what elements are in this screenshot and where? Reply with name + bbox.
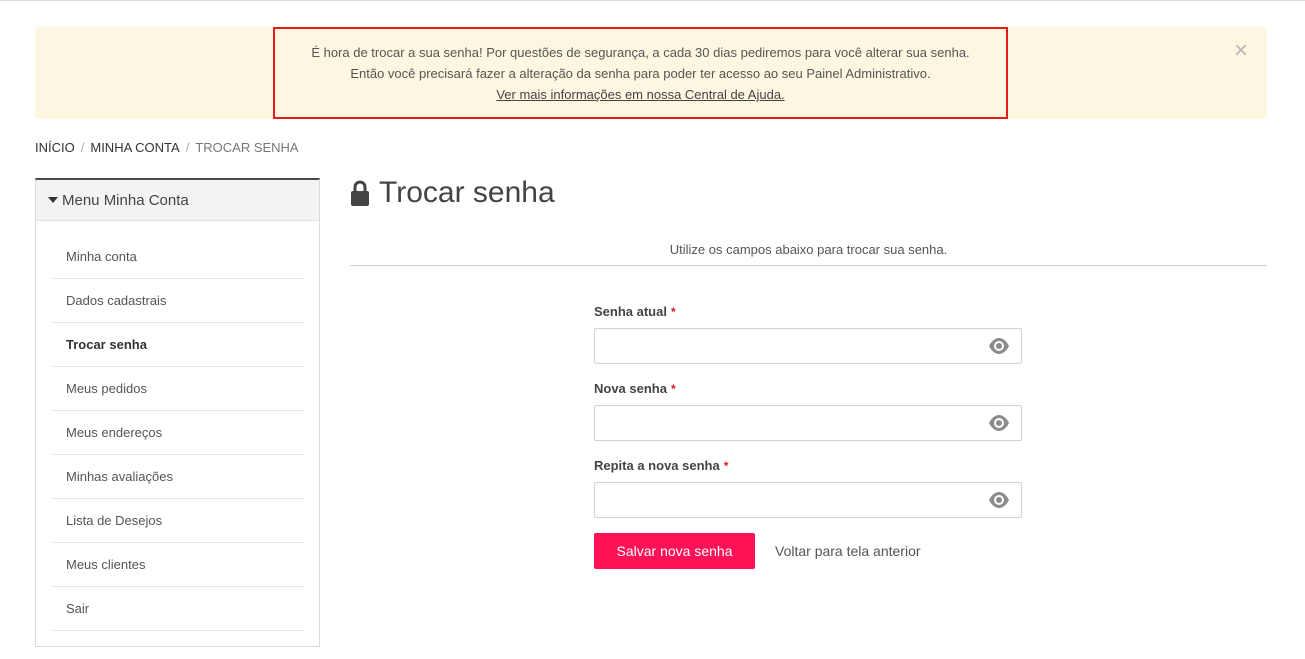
- password-expiry-alert: É hora de trocar a sua senha! Por questõ…: [35, 27, 1267, 119]
- caret-down-icon: [48, 197, 58, 203]
- sidebar-item-meus-pedidos[interactable]: Meus pedidos: [51, 367, 304, 411]
- sidebar-menu: Minha conta Dados cadastrais Trocar senh…: [36, 235, 319, 631]
- alert-line-2: Então você precisará fazer a alteração d…: [350, 66, 931, 81]
- current-password-field: Senha atual *: [594, 300, 1022, 377]
- sidebar-menu-toggle[interactable]: Menu Minha Conta: [36, 180, 319, 221]
- sidebar-title: Menu Minha Conta: [62, 191, 189, 209]
- close-icon[interactable]: ×: [1231, 39, 1251, 63]
- alert-line-1: É hora de trocar a sua senha! Por questõ…: [311, 45, 970, 60]
- eye-icon[interactable]: [988, 414, 1010, 432]
- lock-icon: [351, 180, 369, 206]
- top-divider: [0, 0, 1305, 1]
- change-password-form: Senha atual * Nova senha * Repita a nova s…: [594, 300, 1022, 531]
- back-link[interactable]: Voltar para tela anterior: [775, 543, 921, 559]
- required-marker: *: [670, 305, 676, 319]
- repeat-password-field: Repita a nova senha *: [594, 454, 1022, 531]
- section-divider: [350, 265, 1267, 266]
- breadcrumb-separator: /: [80, 140, 85, 155]
- current-password-input[interactable]: [594, 328, 1022, 364]
- breadcrumb-home[interactable]: INÍCIO: [35, 140, 75, 155]
- sidebar-item-meus-clientes[interactable]: Meus clientes: [51, 543, 304, 587]
- breadcrumb-my-account[interactable]: MINHA CONTA: [90, 140, 179, 155]
- required-marker: *: [670, 382, 676, 396]
- breadcrumb-separator: /: [185, 140, 190, 155]
- eye-icon[interactable]: [988, 491, 1010, 509]
- sidebar-item-sair[interactable]: Sair: [51, 587, 304, 631]
- page-subtitle: Utilize os campos abaixo para trocar sua…: [669, 242, 948, 257]
- help-center-link[interactable]: Ver mais informações em nossa Central de…: [496, 84, 784, 105]
- required-marker: *: [723, 459, 729, 473]
- sidebar-item-trocar-senha[interactable]: Trocar senha: [51, 323, 304, 367]
- account-sidebar: Menu Minha Conta Minha conta Dados cadas…: [35, 178, 320, 647]
- new-password-field: Nova senha *: [594, 377, 1022, 454]
- sidebar-item-meus-enderecos[interactable]: Meus endereços: [51, 411, 304, 455]
- new-password-input[interactable]: [594, 405, 1022, 441]
- sidebar-item-minha-conta[interactable]: Minha conta: [51, 235, 304, 279]
- form-actions: Salvar nova senha Voltar para tela anter…: [594, 533, 921, 569]
- sidebar-item-minhas-avaliacoes[interactable]: Minhas avaliações: [51, 455, 304, 499]
- repeat-password-input[interactable]: [594, 482, 1022, 518]
- page-title: Trocar senha: [350, 176, 555, 210]
- new-password-label: Nova senha *: [594, 381, 676, 396]
- sidebar-item-dados-cadastrais[interactable]: Dados cadastrais: [51, 279, 304, 323]
- page-title-text: Trocar senha: [379, 176, 555, 209]
- breadcrumb-current: TROCAR SENHA: [195, 140, 299, 155]
- eye-icon[interactable]: [988, 337, 1010, 355]
- sidebar-item-lista-de-desejos[interactable]: Lista de Desejos: [51, 499, 304, 543]
- breadcrumb: INÍCIO / MINHA CONTA / TROCAR SENHA: [35, 140, 299, 155]
- repeat-password-label: Repita a nova senha *: [594, 458, 729, 473]
- current-password-label: Senha atual *: [594, 304, 676, 319]
- alert-message-box: É hora de trocar a sua senha! Por questõ…: [273, 27, 1008, 119]
- save-password-button[interactable]: Salvar nova senha: [594, 533, 755, 569]
